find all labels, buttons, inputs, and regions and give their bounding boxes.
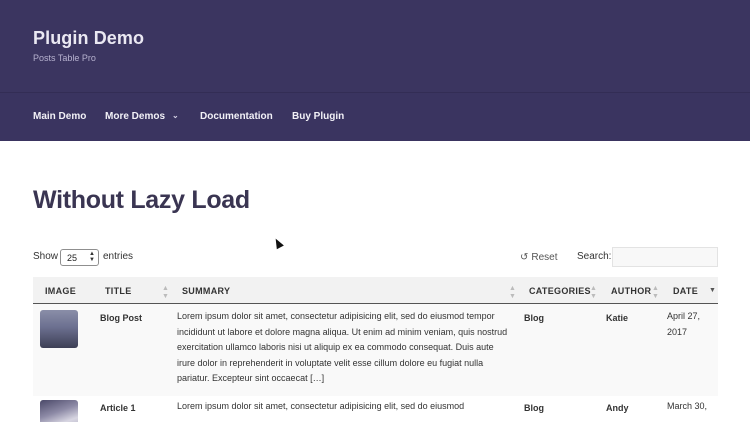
column-header-author[interactable]: AUTHOR	[611, 286, 651, 296]
sort-icon[interactable]: ▲ ▼	[590, 285, 597, 301]
column-header-image[interactable]: IMAGE	[45, 286, 76, 296]
stepper-arrows-icon: ▲ ▼	[89, 251, 95, 263]
chevron-down-icon: ⌄	[172, 111, 179, 120]
sort-icon[interactable]: ▲ ▼	[652, 285, 659, 301]
reset-label: Reset	[531, 252, 558, 263]
reset-icon: ↺	[520, 252, 529, 263]
post-thumbnail[interactable]	[40, 310, 78, 348]
column-header-summary[interactable]: SUMMARY	[182, 286, 230, 296]
post-author[interactable]: Andy	[606, 403, 629, 413]
nav-item-buy-plugin[interactable]: Buy Plugin	[292, 111, 344, 122]
mouse-cursor-icon	[272, 236, 284, 250]
table-row: Article 1 Lorem ipsum dolor sit amet, co…	[33, 396, 718, 422]
post-thumbnail[interactable]	[40, 400, 78, 422]
site-tagline: Posts Table Pro	[33, 53, 96, 63]
post-date: April 27, 2017	[667, 311, 701, 337]
entries-label: entries	[103, 251, 134, 262]
entries-per-page-select[interactable]: 25 ▲ ▼	[60, 249, 99, 266]
site-title[interactable]: Plugin Demo	[33, 28, 144, 49]
post-author[interactable]: Katie	[606, 313, 628, 323]
reset-button[interactable]: ↺ Reset	[520, 252, 558, 263]
sort-icon[interactable]: ▲ ▼	[162, 285, 169, 301]
sort-icon[interactable]: ▲ ▼	[509, 285, 516, 301]
nav-item-label: More Demos	[105, 111, 166, 122]
post-title[interactable]: Blog Post	[100, 313, 142, 323]
column-header-title[interactable]: TITLE	[105, 286, 132, 296]
post-summary: Lorem ipsum dolor sit amet, consectetur …	[177, 401, 465, 411]
post-date: March 30,	[667, 401, 708, 411]
table-header: IMAGE TITLE ▲ ▼ SUMMARY ▲ ▼ CATEGORIES ▲ ▼ …	[33, 277, 718, 304]
post-category[interactable]: Blog	[524, 313, 544, 323]
nav-item-documentation[interactable]: Documentation	[200, 111, 273, 122]
table-row: Blog Post Lorem ipsum dolor sit amet, co…	[33, 304, 718, 396]
post-title[interactable]: Article 1	[100, 403, 136, 413]
column-header-date[interactable]: DATE	[673, 286, 698, 296]
column-header-categories[interactable]: CATEGORIES	[529, 286, 591, 296]
post-summary: Lorem ipsum dolor sit amet, consectetur …	[177, 311, 508, 383]
post-category[interactable]: Blog	[524, 403, 544, 413]
show-label: Show	[33, 251, 59, 262]
entries-per-page-value: 25	[67, 253, 78, 263]
page-title: Without Lazy Load	[33, 186, 250, 214]
search-input[interactable]	[612, 247, 718, 267]
nav-item-main-demo[interactable]: Main Demo	[33, 111, 86, 122]
search-label: Search:	[577, 251, 612, 262]
sort-descending-icon[interactable]: ▼	[709, 287, 716, 295]
main-navigation: Main Demo More Demos ⌄ Documentation Buy …	[0, 92, 750, 141]
nav-item-more-demos[interactable]: More Demos ⌄	[105, 111, 179, 122]
site-header: Plugin Demo Posts Table Pro	[0, 0, 750, 92]
